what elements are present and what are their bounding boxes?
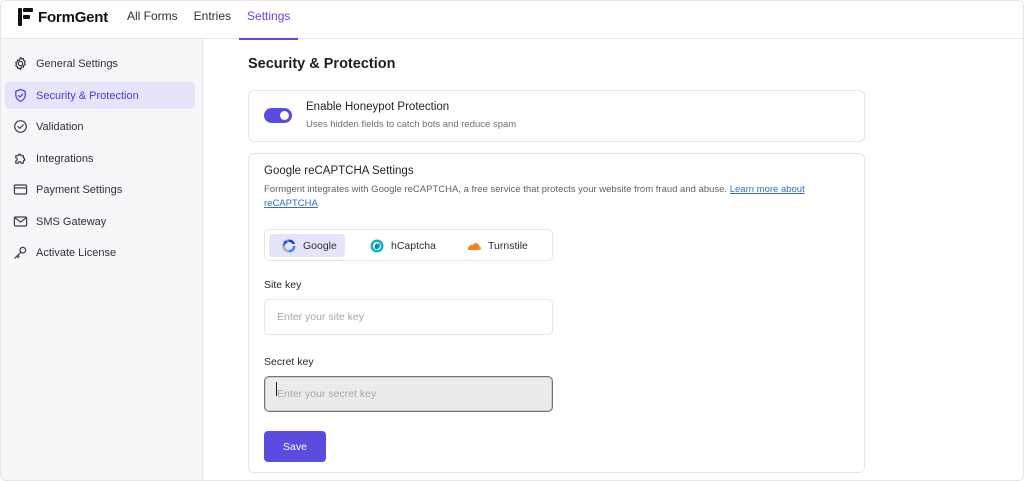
- sidebar-item-label: Security & Protection: [36, 89, 139, 102]
- honeypot-toggle[interactable]: [264, 108, 292, 123]
- sidebar-item-label: Integrations: [36, 152, 94, 165]
- main-content: Security & Protection Enable Honeypot Pr…: [204, 39, 1023, 480]
- captcha-provider-selector: Google hCaptcha Turnstile: [264, 229, 553, 261]
- provider-hcaptcha-button[interactable]: hCaptcha: [357, 234, 444, 257]
- brand[interactable]: FormGent: [18, 7, 108, 27]
- settings-sidebar: General Settings Security & Protection V…: [1, 39, 203, 480]
- recaptcha-card: Google reCAPTCHA Settings Formgent integ…: [248, 153, 865, 473]
- recaptcha-title: Google reCAPTCHA Settings: [264, 165, 414, 177]
- recaptcha-description-text: Formgent integrates with Google reCAPTCH…: [264, 184, 728, 195]
- formgent-logo-icon: [18, 8, 33, 26]
- honeypot-card: Enable Honeypot Protection Uses hidden f…: [248, 90, 865, 142]
- sidebar-item-sms-gateway[interactable]: SMS Gateway: [5, 208, 195, 235]
- envelope-icon: [13, 216, 28, 227]
- sidebar-item-integrations[interactable]: Integrations: [5, 145, 195, 172]
- secret-key-label: Secret key: [264, 356, 314, 368]
- site-key-label: Site key: [264, 279, 302, 291]
- sidebar-item-label: Activate License: [36, 246, 117, 259]
- provider-google-button[interactable]: Google: [269, 234, 345, 257]
- provider-turnstile-button[interactable]: Turnstile: [454, 234, 536, 257]
- sidebar-item-general-settings[interactable]: General Settings: [5, 50, 195, 77]
- recaptcha-icon: [282, 238, 296, 252]
- honeypot-title: Enable Honeypot Protection: [306, 101, 450, 113]
- top-nav: All Forms Entries Settings: [119, 1, 299, 40]
- shield-icon: [15, 88, 26, 103]
- puzzle-icon: [15, 153, 26, 164]
- sidebar-item-label: Validation: [36, 120, 84, 133]
- provider-label: Google: [303, 239, 337, 252]
- provider-label: Turnstile: [488, 239, 528, 252]
- tab-entries[interactable]: Entries: [186, 1, 239, 39]
- provider-label: hCaptcha: [391, 239, 436, 252]
- sidebar-item-label: SMS Gateway: [36, 215, 107, 228]
- recaptcha-description: Formgent integrates with Google reCAPTCH…: [264, 183, 844, 211]
- top-bar: FormGent All Forms Entries Settings: [1, 1, 1023, 40]
- tab-all-forms[interactable]: All Forms: [119, 1, 186, 39]
- check-circle-icon: [14, 120, 27, 133]
- sidebar-item-security-protection[interactable]: Security & Protection: [5, 82, 195, 109]
- cloudflare-icon: [467, 242, 482, 250]
- sidebar-item-payment-settings[interactable]: Payment Settings: [5, 176, 195, 203]
- tab-settings[interactable]: Settings: [239, 1, 299, 40]
- hcaptcha-icon: [370, 239, 384, 252]
- app-window: FormGent All Forms Entries Settings Gene…: [0, 0, 1024, 481]
- sidebar-item-label: Payment Settings: [36, 183, 123, 196]
- save-button[interactable]: Save: [264, 431, 326, 462]
- sidebar-item-label: General Settings: [36, 57, 118, 70]
- page-title: Security & Protection: [248, 56, 396, 72]
- text-caret: [276, 382, 277, 396]
- credit-card-icon: [13, 184, 28, 195]
- sidebar-item-validation[interactable]: Validation: [5, 113, 195, 140]
- key-icon: [14, 246, 27, 259]
- sidebar-item-activate-license[interactable]: Activate License: [5, 239, 195, 266]
- honeypot-description: Uses hidden fields to catch bots and red…: [306, 119, 517, 130]
- secret-key-input[interactable]: [264, 376, 553, 412]
- site-key-input[interactable]: [264, 299, 553, 335]
- app-name: FormGent: [38, 8, 109, 26]
- gear-icon: [15, 56, 26, 71]
